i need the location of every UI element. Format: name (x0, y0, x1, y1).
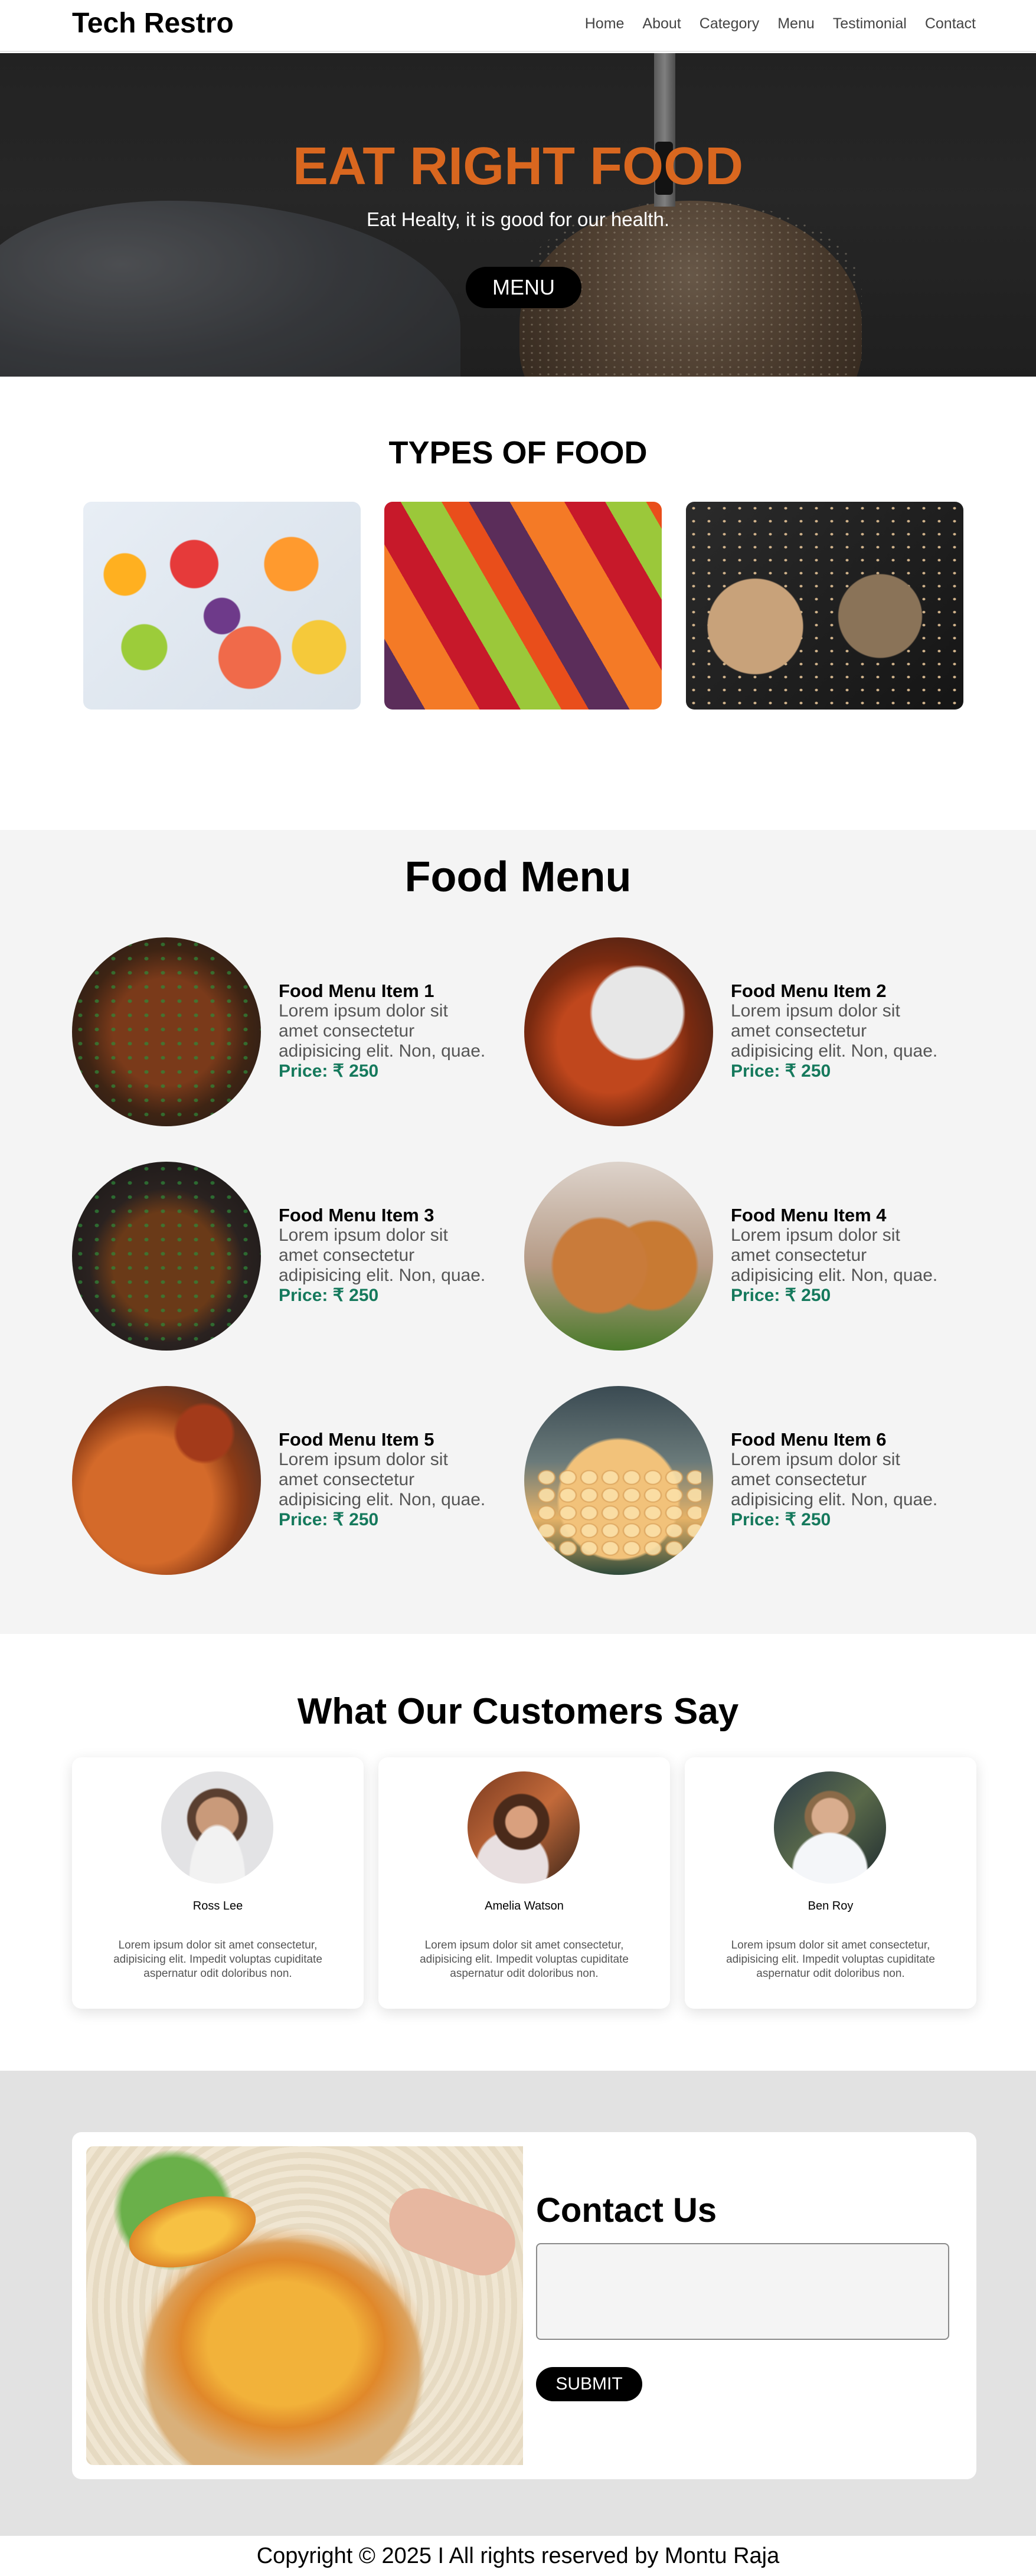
menu-item-price: Price: ₹ 250 (279, 1510, 379, 1529)
menu-item-image (72, 937, 261, 1126)
menu-item[interactable]: Food Menu Item 3 Lorem ipsum dolor sit a… (72, 1162, 485, 1351)
menu-item-description: Lorem ipsum dolor sit amet consectetur a… (731, 1225, 938, 1285)
food-menu-section: Food Menu Food Menu Item 1 Lorem ipsum d… (0, 830, 1036, 1634)
menu-item[interactable]: Food Menu Item 4 Lorem ipsum dolor sit a… (524, 1162, 937, 1351)
food-type-vegetables-image[interactable] (384, 502, 662, 710)
avatar (468, 1771, 580, 1884)
nav-link-home[interactable]: Home (585, 13, 625, 34)
menu-item-name: Food Menu Item 5 (279, 1429, 434, 1450)
menu-item[interactable]: Food Menu Item 2 Lorem ipsum dolor sit a… (524, 937, 937, 1126)
menu-item[interactable]: Food Menu Item 6 Lorem ipsum dolor sit a… (524, 1386, 937, 1575)
copyright-text: Copyright © 2025 I All rights reserved b… (256, 2544, 780, 2568)
nav-link-contact[interactable]: Contact (925, 13, 976, 34)
contact-pizza-image (86, 2146, 523, 2465)
menu-item[interactable]: Food Menu Item 5 Lorem ipsum dolor sit a… (72, 1386, 485, 1575)
menu-item-name: Food Menu Item 6 (731, 1429, 887, 1450)
brand-logo[interactable]: Tech Restro (72, 6, 234, 41)
avatar (161, 1771, 273, 1884)
types-section-title: TYPES OF FOOD (388, 435, 648, 470)
contact-title: Contact Us (536, 2191, 717, 2230)
nav-link-menu[interactable]: Menu (777, 13, 815, 34)
menu-button[interactable]: MENU (466, 267, 581, 308)
hero-title: EAT RIGHT FOOD (292, 137, 744, 196)
menu-item-image (72, 1386, 261, 1575)
menu-item-price: Price: ₹ 250 (731, 1061, 831, 1081)
nav-link-about[interactable]: About (642, 13, 681, 34)
testimonial-text: Lorem ipsum dolor sit amet consectetur, … (113, 1939, 322, 1980)
contact-card: Contact Us SUBMIT (72, 2132, 976, 2479)
menu-item-price: Price: ₹ 250 (279, 1286, 379, 1305)
testimonials-section-title: What Our Customers Say (297, 1691, 739, 1732)
menu-item-description: Lorem ipsum dolor sit amet consectetur a… (279, 1001, 486, 1061)
testimonial-card: Amelia Watson Lorem ipsum dolor sit amet… (378, 1757, 670, 2009)
menu-item-image (524, 937, 713, 1126)
testimonial-text: Lorem ipsum dolor sit amet consectetur, … (420, 1939, 629, 1980)
testimonial-card: Ben Roy Lorem ipsum dolor sit amet conse… (685, 1757, 976, 2009)
testimonial-name: Ben Roy (808, 1900, 854, 1913)
testimonial-name: Ross Lee (192, 1900, 243, 1913)
nav-links: Home About Category Menu Testimonial Con… (585, 13, 976, 34)
pizza-slice-image (121, 2183, 264, 2280)
top-navbar: Tech Restro Home About Category Menu Tes… (0, 0, 1036, 52)
nav-link-testimonial[interactable]: Testimonial (833, 13, 907, 34)
menu-item-description: Lorem ipsum dolor sit amet consectetur a… (279, 1450, 486, 1509)
hand-image (380, 2179, 523, 2285)
menu-item-image (524, 1162, 713, 1351)
menu-item-name: Food Menu Item 3 (279, 1205, 434, 1225)
menu-item-name: Food Menu Item 4 (731, 1205, 887, 1225)
contact-section: Contact Us SUBMIT (0, 2071, 1036, 2536)
menu-item-description: Lorem ipsum dolor sit amet consectetur a… (731, 1001, 938, 1061)
testimonial-card: Ross Lee Lorem ipsum dolor sit amet cons… (72, 1757, 364, 2009)
avatar (774, 1771, 886, 1884)
menu-item-price: Price: ₹ 250 (731, 1510, 831, 1529)
menu-item-name: Food Menu Item 2 (731, 980, 887, 1001)
menu-item-image (72, 1162, 261, 1351)
testimonial-text: Lorem ipsum dolor sit amet consectetur, … (726, 1939, 935, 1980)
footer: Copyright © 2025 I All rights reserved b… (0, 2536, 1036, 2576)
hero-banner: EAT RIGHT FOOD Eat Healty, it is good fo… (0, 53, 1036, 377)
menu-item[interactable]: Food Menu Item 1 Lorem ipsum dolor sit a… (72, 937, 485, 1126)
hero-subtitle: Eat Healty, it is good for our health. (367, 208, 669, 230)
contact-message-input[interactable] (536, 2243, 949, 2340)
submit-button[interactable]: SUBMIT (536, 2367, 642, 2401)
nav-link-category[interactable]: Category (700, 13, 759, 34)
food-type-fruits-image[interactable] (83, 502, 361, 710)
menu-item-name: Food Menu Item 1 (279, 980, 434, 1001)
food-type-grains-image[interactable] (686, 502, 963, 710)
menu-item-price: Price: ₹ 250 (731, 1286, 831, 1305)
menu-item-price: Price: ₹ 250 (279, 1061, 379, 1081)
menu-item-description: Lorem ipsum dolor sit amet consectetur a… (731, 1450, 938, 1509)
menu-item-image (524, 1386, 713, 1575)
testimonial-name: Amelia Watson (485, 1900, 564, 1913)
menu-item-description: Lorem ipsum dolor sit amet consectetur a… (279, 1225, 486, 1285)
menu-section-title: Food Menu (404, 854, 632, 901)
